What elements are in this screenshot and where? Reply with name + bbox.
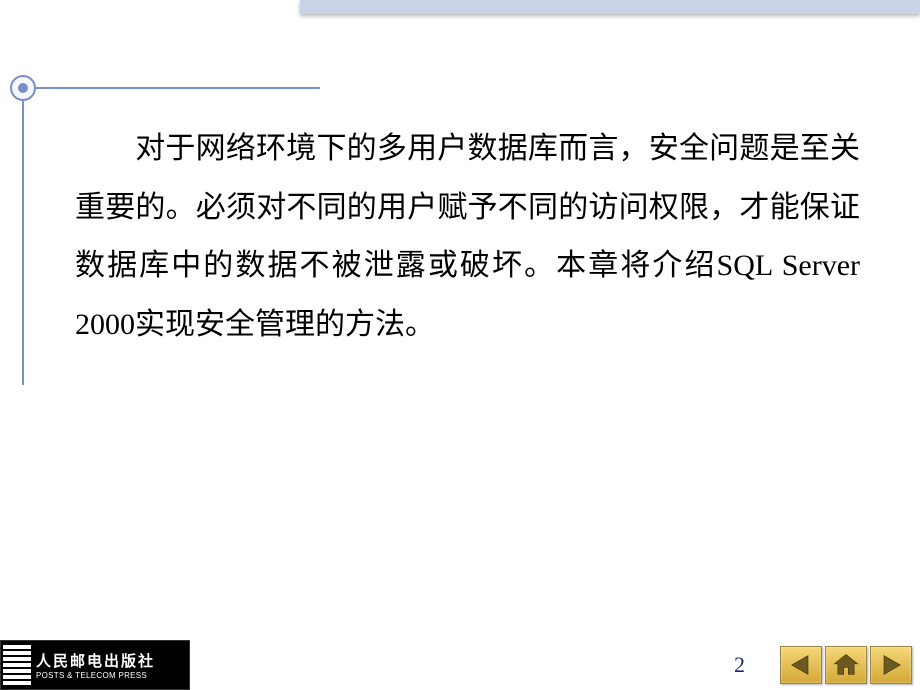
publisher-logo: 人民邮电出版社 POSTS & TELECOM PRESS — [0, 640, 190, 690]
vertical-divider — [22, 100, 24, 385]
bullet-marker-icon — [10, 75, 36, 101]
next-button[interactable] — [870, 646, 912, 684]
triangle-right-icon — [877, 651, 905, 679]
slide-body-text: 对于网络环境下的多用户数据库而言，安全问题是至关重要的。必须对不同的用户赋予不同… — [75, 120, 860, 354]
home-icon — [832, 651, 860, 679]
paragraph-text: 对于网络环境下的多用户数据库而言，安全问题是至关重要的。必须对不同的用户赋予不同… — [75, 132, 860, 341]
top-accent-bar — [300, 0, 920, 14]
triangle-left-icon — [787, 651, 815, 679]
horizontal-divider — [35, 87, 320, 89]
logo-stripes-icon — [3, 643, 31, 687]
publisher-name-en: POSTS & TELECOM PRESS — [36, 671, 189, 680]
publisher-name-cn: 人民邮电出版社 — [36, 650, 189, 671]
page-number: 2 — [734, 652, 745, 678]
prev-button[interactable] — [780, 646, 822, 684]
navigation-controls — [780, 646, 912, 684]
home-button[interactable] — [825, 646, 867, 684]
